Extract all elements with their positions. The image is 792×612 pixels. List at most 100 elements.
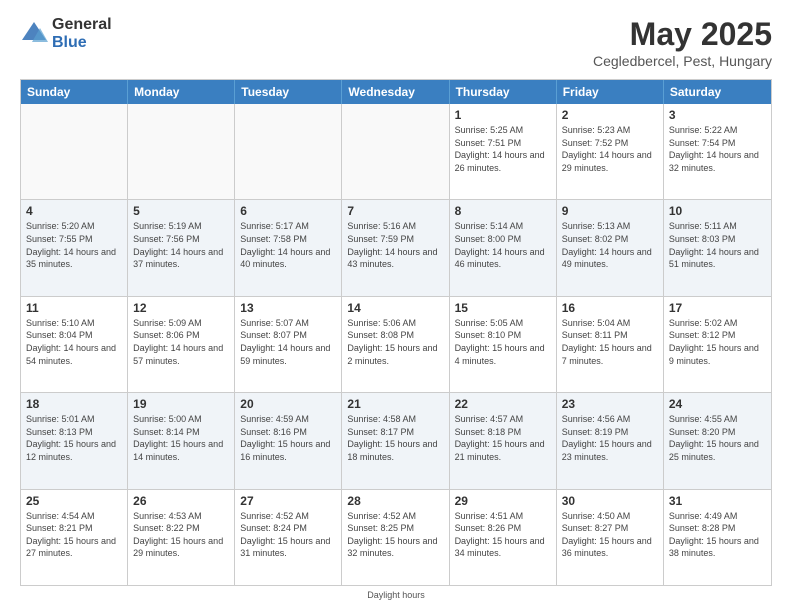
calendar-week-2: 4 Sunrise: 5:20 AM Sunset: 7:55 PM Daylig… (21, 200, 771, 296)
day-number: 26 (133, 494, 229, 508)
day-cell-7: 7 Sunrise: 5:16 AM Sunset: 7:59 PM Daylig… (342, 200, 449, 295)
day-info: Sunrise: 5:22 AM Sunset: 7:54 PM Dayligh… (669, 124, 766, 174)
day-info: Sunrise: 5:13 AM Sunset: 8:02 PM Dayligh… (562, 220, 658, 270)
day-info: Sunrise: 4:49 AM Sunset: 8:28 PM Dayligh… (669, 510, 766, 560)
day-of-week-thursday: Thursday (450, 80, 557, 104)
day-info: Sunrise: 5:09 AM Sunset: 8:06 PM Dayligh… (133, 317, 229, 367)
day-number: 29 (455, 494, 551, 508)
day-cell-18: 18Sunrise: 5:01 AM Sunset: 8:13 PM Dayli… (21, 393, 128, 488)
header: General Blue May 2025 Cegledbercel, Pest… (20, 16, 772, 69)
logo-text: General Blue (52, 16, 112, 51)
day-number: 27 (240, 494, 336, 508)
day-number: 15 (455, 301, 551, 315)
day-info: Sunrise: 4:58 AM Sunset: 8:17 PM Dayligh… (347, 413, 443, 463)
day-cell-3: 3 Sunrise: 5:22 AM Sunset: 7:54 PM Daylig… (664, 104, 771, 199)
day-info: Sunrise: 5:20 AM Sunset: 7:55 PM Dayligh… (26, 220, 122, 270)
page-title: May 2025 (593, 16, 772, 53)
day-cell-20: 20 Sunrise: 4:59 AM Sunset: 8:16 PM Dayli… (235, 393, 342, 488)
day-of-week-tuesday: Tuesday (235, 80, 342, 104)
day-info: Sunrise: 5:19 AM Sunset: 7:56 PM Dayligh… (133, 220, 229, 270)
day-number: 30 (562, 494, 658, 508)
day-number: 4 (26, 204, 122, 218)
day-number: 1 (455, 108, 551, 122)
day-number: 6 (240, 204, 336, 218)
day-cell-5: 5 Sunrise: 5:19 AM Sunset: 7:56 PM Daylig… (128, 200, 235, 295)
day-number: 5 (133, 204, 229, 218)
day-number: 3 (669, 108, 766, 122)
logo-icon (20, 20, 48, 48)
logo-blue-text: Blue (52, 34, 112, 52)
calendar-week-1: 1Sunrise: 5:25 AM Sunset: 7:51 PM Daylig… (21, 104, 771, 200)
day-cell-10: 10 Sunrise: 5:11 AM Sunset: 8:03 PM Dayli… (664, 200, 771, 295)
day-number: 14 (347, 301, 443, 315)
empty-cell (342, 104, 449, 199)
day-cell-28: 28Sunrise: 4:52 AM Sunset: 8:25 PM Dayli… (342, 490, 449, 585)
day-info: Sunrise: 5:00 AM Sunset: 8:14 PM Dayligh… (133, 413, 229, 463)
day-of-week-friday: Friday (557, 80, 664, 104)
day-cell-21: 21 Sunrise: 4:58 AM Sunset: 8:17 PM Dayli… (342, 393, 449, 488)
day-cell-22: 22Sunrise: 4:57 AM Sunset: 8:18 PM Dayli… (450, 393, 557, 488)
day-number: 9 (562, 204, 658, 218)
empty-cell (235, 104, 342, 199)
day-of-week-saturday: Saturday (664, 80, 771, 104)
day-cell-12: 12 Sunrise: 5:09 AM Sunset: 8:06 PM Dayli… (128, 297, 235, 392)
day-cell-19: 19 Sunrise: 5:00 AM Sunset: 8:14 PM Dayli… (128, 393, 235, 488)
day-info: Sunrise: 5:11 AM Sunset: 8:03 PM Dayligh… (669, 220, 766, 270)
page-subtitle: Cegledbercel, Pest, Hungary (593, 53, 772, 69)
day-cell-25: 25 Sunrise: 4:54 AM Sunset: 8:21 PM Dayli… (21, 490, 128, 585)
day-cell-6: 6Sunrise: 5:17 AM Sunset: 7:58 PM Daylig… (235, 200, 342, 295)
day-info: Sunrise: 4:51 AM Sunset: 8:26 PM Dayligh… (455, 510, 551, 560)
page: General Blue May 2025 Cegledbercel, Pest… (0, 0, 792, 612)
day-number: 7 (347, 204, 443, 218)
day-of-week-monday: Monday (128, 80, 235, 104)
day-info: Sunrise: 5:16 AM Sunset: 7:59 PM Dayligh… (347, 220, 443, 270)
day-info: Sunrise: 5:23 AM Sunset: 7:52 PM Dayligh… (562, 124, 658, 174)
daylight-label: Daylight hours (367, 590, 425, 600)
day-info: Sunrise: 4:57 AM Sunset: 8:18 PM Dayligh… (455, 413, 551, 463)
day-info: Sunrise: 4:59 AM Sunset: 8:16 PM Dayligh… (240, 413, 336, 463)
day-cell-9: 9 Sunrise: 5:13 AM Sunset: 8:02 PM Daylig… (557, 200, 664, 295)
day-cell-1: 1Sunrise: 5:25 AM Sunset: 7:51 PM Daylig… (450, 104, 557, 199)
day-info: Sunrise: 4:53 AM Sunset: 8:22 PM Dayligh… (133, 510, 229, 560)
day-number: 11 (26, 301, 122, 315)
calendar-header: SundayMondayTuesdayWednesdayThursdayFrid… (21, 80, 771, 104)
day-cell-11: 11 Sunrise: 5:10 AM Sunset: 8:04 PM Dayli… (21, 297, 128, 392)
day-cell-16: 16 Sunrise: 5:04 AM Sunset: 8:11 PM Dayli… (557, 297, 664, 392)
day-number: 25 (26, 494, 122, 508)
day-info: Sunrise: 4:56 AM Sunset: 8:19 PM Dayligh… (562, 413, 658, 463)
empty-cell (128, 104, 235, 199)
day-cell-27: 27Sunrise: 4:52 AM Sunset: 8:24 PM Dayli… (235, 490, 342, 585)
day-cell-31: 31Sunrise: 4:49 AM Sunset: 8:28 PM Dayli… (664, 490, 771, 585)
day-info: Sunrise: 4:54 AM Sunset: 8:21 PM Dayligh… (26, 510, 122, 560)
day-info: Sunrise: 4:52 AM Sunset: 8:25 PM Dayligh… (347, 510, 443, 560)
day-info: Sunrise: 5:01 AM Sunset: 8:13 PM Dayligh… (26, 413, 122, 463)
logo: General Blue (20, 16, 112, 51)
calendar: SundayMondayTuesdayWednesdayThursdayFrid… (20, 79, 772, 586)
day-of-week-wednesday: Wednesday (342, 80, 449, 104)
day-info: Sunrise: 4:55 AM Sunset: 8:20 PM Dayligh… (669, 413, 766, 463)
day-number: 19 (133, 397, 229, 411)
day-of-week-sunday: Sunday (21, 80, 128, 104)
day-number: 10 (669, 204, 766, 218)
day-cell-29: 29 Sunrise: 4:51 AM Sunset: 8:26 PM Dayli… (450, 490, 557, 585)
day-number: 16 (562, 301, 658, 315)
calendar-week-5: 25 Sunrise: 4:54 AM Sunset: 8:21 PM Dayli… (21, 490, 771, 585)
day-cell-17: 17Sunrise: 5:02 AM Sunset: 8:12 PM Dayli… (664, 297, 771, 392)
day-number: 2 (562, 108, 658, 122)
day-cell-23: 23 Sunrise: 4:56 AM Sunset: 8:19 PM Dayli… (557, 393, 664, 488)
footer-note: Daylight hours (20, 590, 772, 600)
day-number: 23 (562, 397, 658, 411)
calendar-body: 1Sunrise: 5:25 AM Sunset: 7:51 PM Daylig… (21, 104, 771, 585)
day-info: Sunrise: 5:10 AM Sunset: 8:04 PM Dayligh… (26, 317, 122, 367)
header-right: May 2025 Cegledbercel, Pest, Hungary (593, 16, 772, 69)
day-info: Sunrise: 5:04 AM Sunset: 8:11 PM Dayligh… (562, 317, 658, 367)
day-number: 20 (240, 397, 336, 411)
day-number: 21 (347, 397, 443, 411)
day-number: 12 (133, 301, 229, 315)
day-cell-2: 2 Sunrise: 5:23 AM Sunset: 7:52 PM Daylig… (557, 104, 664, 199)
day-info: Sunrise: 5:07 AM Sunset: 8:07 PM Dayligh… (240, 317, 336, 367)
day-number: 24 (669, 397, 766, 411)
day-number: 13 (240, 301, 336, 315)
day-cell-24: 24 Sunrise: 4:55 AM Sunset: 8:20 PM Dayli… (664, 393, 771, 488)
day-number: 17 (669, 301, 766, 315)
